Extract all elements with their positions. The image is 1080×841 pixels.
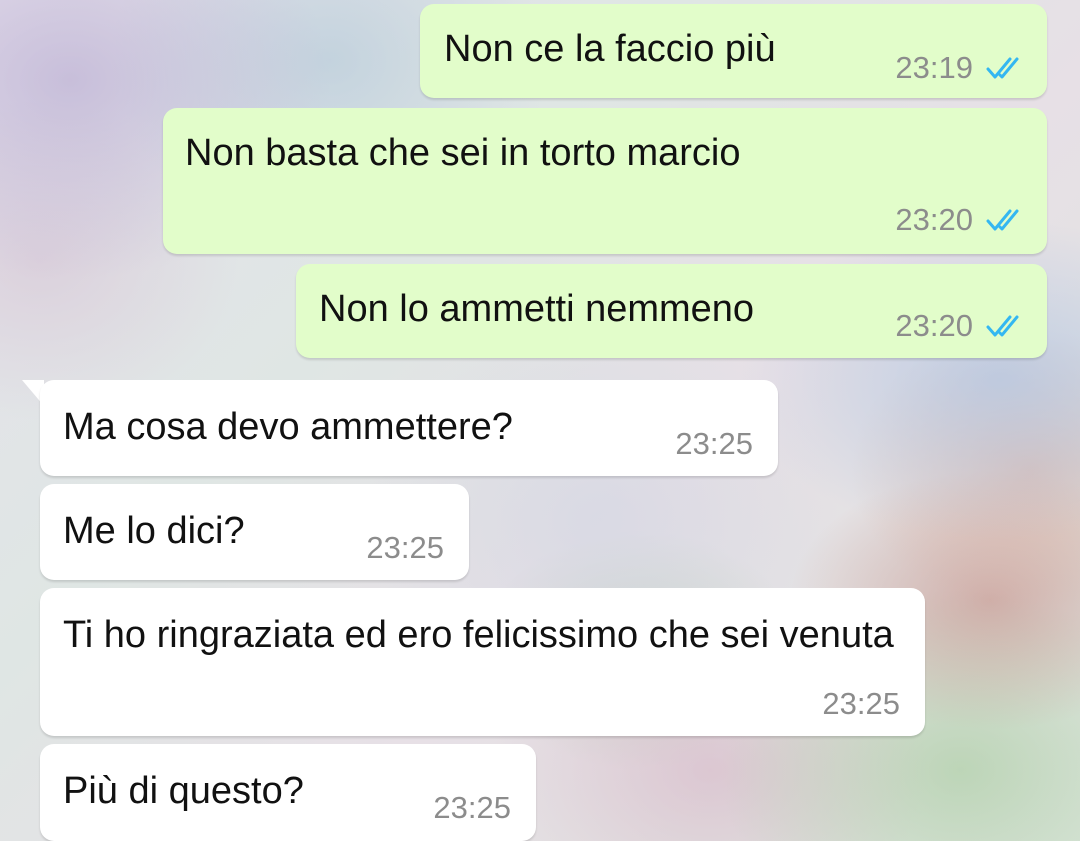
message-text: Non lo ammetti nemmeno [319, 288, 755, 330]
incoming-message[interactable]: Ma cosa devo ammettere? 23:25 [40, 380, 778, 476]
message-timestamp: 23:25 [675, 426, 753, 461]
message-meta: 23:25 [433, 788, 511, 828]
message-text: Ma cosa devo ammettere? [63, 406, 513, 448]
message-text: Non ce la faccio più [444, 28, 776, 70]
outgoing-message[interactable]: Non lo ammetti nemmeno 23:20 [296, 264, 1047, 358]
message-timestamp: 23:25 [822, 686, 900, 721]
double-check-read-icon [985, 55, 1025, 81]
message-timestamp: 23:25 [433, 790, 511, 825]
message-text: Me lo dici? [63, 510, 245, 552]
message-text: Non basta che sei in torto marcio [185, 132, 741, 174]
double-check-read-icon [985, 313, 1025, 339]
message-meta: 23:25 [822, 684, 900, 724]
double-check-read-icon [985, 207, 1025, 233]
incoming-message[interactable]: Me lo dici? 23:25 [40, 484, 469, 580]
incoming-message[interactable]: Ti ho ringraziata ed ero felicissimo che… [40, 588, 925, 736]
message-timestamp: 23:25 [366, 530, 444, 565]
message-meta: 23:25 [675, 424, 753, 464]
incoming-message[interactable]: Più di questo? 23:25 [40, 744, 536, 841]
outgoing-message[interactable]: Non basta che sei in torto marcio 23:20 [163, 108, 1047, 254]
message-timestamp: 23:20 [895, 308, 973, 343]
message-text: Ti ho ringraziata ed ero felicissimo che… [63, 614, 894, 656]
chat-conversation[interactable]: Non ce la faccio più 23:19 Non basta che… [0, 0, 1080, 841]
message-timestamp: 23:19 [895, 50, 973, 85]
message-meta: 23:19 [895, 48, 1025, 88]
message-meta: 23:25 [366, 528, 444, 568]
message-meta: 23:20 [895, 200, 1025, 240]
message-text: Più di questo? [63, 770, 304, 812]
message-timestamp: 23:20 [895, 202, 973, 237]
outgoing-message[interactable]: Non ce la faccio più 23:19 [420, 4, 1047, 98]
message-meta: 23:20 [895, 306, 1025, 346]
